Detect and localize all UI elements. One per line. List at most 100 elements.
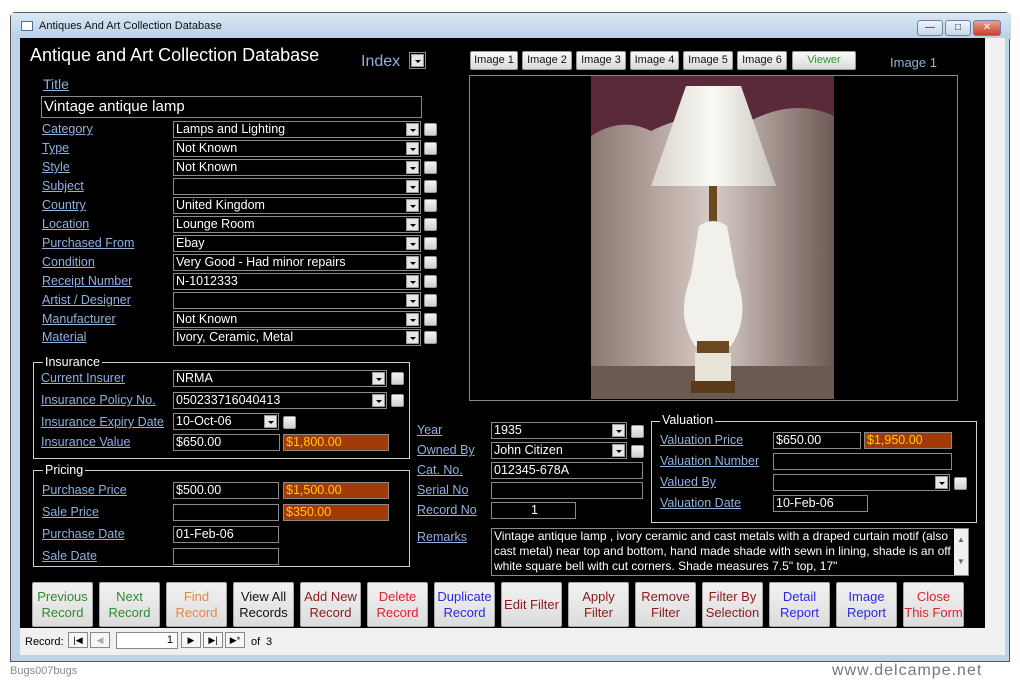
next-record-icon[interactable]: ▶ (181, 632, 201, 648)
purchased-from-combo[interactable]: Ebay (173, 235, 421, 252)
category-label[interactable]: Category (42, 122, 93, 136)
viewer-button[interactable]: Viewer (792, 51, 856, 70)
close-this-form-button[interactable]: Close This Form (903, 582, 964, 627)
purchased-from-label[interactable]: Purchased From (42, 236, 134, 250)
sale-price-input[interactable] (173, 504, 279, 521)
image-2-button[interactable]: Image 2 (522, 51, 572, 70)
maximize-button[interactable]: □ (945, 20, 971, 36)
purchase-price-input[interactable]: $500.00 (173, 482, 279, 499)
chevron-down-icon[interactable] (612, 444, 625, 457)
duplicate-record-button[interactable]: Duplicate Record (434, 582, 495, 627)
filter-by-selection-button[interactable]: Filter By Selection (702, 582, 763, 627)
title-input[interactable]: Vintage antique lamp (41, 96, 422, 118)
sale-price-label[interactable]: Sale Price (42, 505, 99, 519)
receipt-number-edit-button[interactable] (424, 275, 437, 288)
remarks-scrollbar[interactable]: ▲ ▼ (954, 529, 968, 575)
last-record-icon[interactable]: ▶| (203, 632, 223, 648)
location-edit-button[interactable] (424, 218, 437, 231)
next-record-button[interactable]: Next Record (99, 582, 160, 627)
location-combo[interactable]: Lounge Room (173, 216, 421, 233)
valuation-number-label[interactable]: Valuation Number (660, 454, 759, 468)
serial-no-label[interactable]: Serial No (417, 483, 468, 497)
type-edit-button[interactable] (424, 142, 437, 155)
chevron-down-icon[interactable] (406, 161, 419, 174)
condition-edit-button[interactable] (424, 256, 437, 269)
valuation-number-input[interactable] (773, 453, 952, 470)
image-6-button[interactable]: Image 6 (737, 51, 787, 70)
country-edit-button[interactable] (424, 199, 437, 212)
chevron-down-icon[interactable] (264, 415, 277, 428)
remarks-label[interactable]: Remarks (417, 530, 467, 544)
remove-filter-button[interactable]: Remove Filter (635, 582, 696, 627)
expiry-date-edit-button[interactable] (283, 416, 296, 429)
chevron-down-icon[interactable] (372, 372, 385, 385)
purchase-date-input[interactable]: 01-Feb-06 (173, 526, 279, 543)
valued-by-label[interactable]: Valued By (660, 475, 716, 489)
chevron-down-icon[interactable] (406, 331, 419, 344)
chevron-down-icon[interactable] (406, 123, 419, 136)
sale-date-input[interactable] (173, 548, 279, 565)
manufacturer-label[interactable]: Manufacturer (42, 312, 116, 326)
chevron-down-icon[interactable] (935, 476, 948, 489)
current-insurer-combo[interactable]: NRMA (173, 370, 387, 387)
chevron-down-icon[interactable] (406, 275, 419, 288)
purchase-price-label[interactable]: Purchase Price (42, 483, 127, 497)
artist-designer-combo[interactable] (173, 292, 421, 309)
owned-by-edit-button[interactable] (631, 445, 644, 458)
chevron-down-icon[interactable] (406, 180, 419, 193)
new-record-icon[interactable]: ▶* (225, 632, 245, 648)
subject-combo[interactable] (173, 178, 421, 195)
style-combo[interactable]: Not Known (173, 159, 421, 176)
valued-by-combo[interactable] (773, 474, 950, 491)
current-insurer-edit-button[interactable] (391, 372, 404, 385)
chevron-down-icon[interactable] (406, 294, 419, 307)
prev-record-icon[interactable]: ◀ (90, 632, 110, 648)
artist-designer-label[interactable]: Artist / Designer (42, 293, 131, 307)
type-combo[interactable]: Not Known (173, 140, 421, 157)
chevron-down-icon[interactable] (612, 424, 625, 437)
cat-no-input[interactable]: 012345-678A (491, 462, 643, 479)
add-new-record-button[interactable]: Add New Record (300, 582, 361, 627)
valued-by-edit-button[interactable] (954, 477, 967, 490)
valuation-price-label[interactable]: Valuation Price (660, 433, 743, 447)
material-combo[interactable]: Ivory, Ceramic, Metal (173, 329, 421, 346)
chevron-down-icon[interactable] (406, 256, 419, 269)
image-report-button[interactable]: Image Report (836, 582, 897, 627)
receipt-number-combo[interactable]: N-1012333 (173, 273, 421, 290)
policy-no-label[interactable]: Insurance Policy No. (41, 393, 156, 407)
category-edit-button[interactable] (424, 123, 437, 136)
country-label[interactable]: Country (42, 198, 86, 212)
serial-no-input[interactable] (491, 482, 643, 499)
style-edit-button[interactable] (424, 161, 437, 174)
policy-no-combo[interactable]: 050233716040413 (173, 392, 387, 409)
expiry-date-label[interactable]: Insurance Expiry Date (41, 415, 164, 429)
cat-no-label[interactable]: Cat. No. (417, 463, 463, 477)
insurance-value-input[interactable]: $650.00 (173, 434, 280, 451)
policy-no-edit-button[interactable] (391, 394, 404, 407)
year-label[interactable]: Year (417, 423, 442, 437)
receipt-number-label[interactable]: Receipt Number (42, 274, 132, 288)
record-no-label[interactable]: Record No (417, 503, 477, 517)
image-1-button[interactable]: Image 1 (470, 51, 518, 70)
purchase-date-label[interactable]: Purchase Date (42, 527, 125, 541)
chevron-down-icon[interactable] (406, 313, 419, 326)
year-edit-button[interactable] (631, 425, 644, 438)
manufacturer-edit-button[interactable] (424, 313, 437, 326)
detail-report-button[interactable]: Detail Report (769, 582, 830, 627)
previous-record-button[interactable]: Previous Record (32, 582, 93, 627)
view-all-records-button[interactable]: View All Records (233, 582, 294, 627)
chevron-down-icon[interactable] (406, 199, 419, 212)
apply-filter-button[interactable]: Apply Filter (568, 582, 629, 627)
find-record-button[interactable]: Find Record (166, 582, 227, 627)
country-combo[interactable]: United Kingdom (173, 197, 421, 214)
title-label[interactable]: Title (43, 76, 69, 92)
chevron-down-icon[interactable] (406, 237, 419, 250)
image-3-button[interactable]: Image 3 (576, 51, 626, 70)
chevron-down-icon[interactable] (406, 218, 419, 231)
year-combo[interactable]: 1935 (491, 422, 627, 439)
image-5-button[interactable]: Image 5 (683, 51, 733, 70)
chevron-down-icon[interactable] (372, 394, 385, 407)
current-insurer-label[interactable]: Current Insurer (41, 371, 125, 385)
close-window-button[interactable]: ✕ (973, 20, 1001, 36)
manufacturer-combo[interactable]: Not Known (173, 311, 421, 328)
